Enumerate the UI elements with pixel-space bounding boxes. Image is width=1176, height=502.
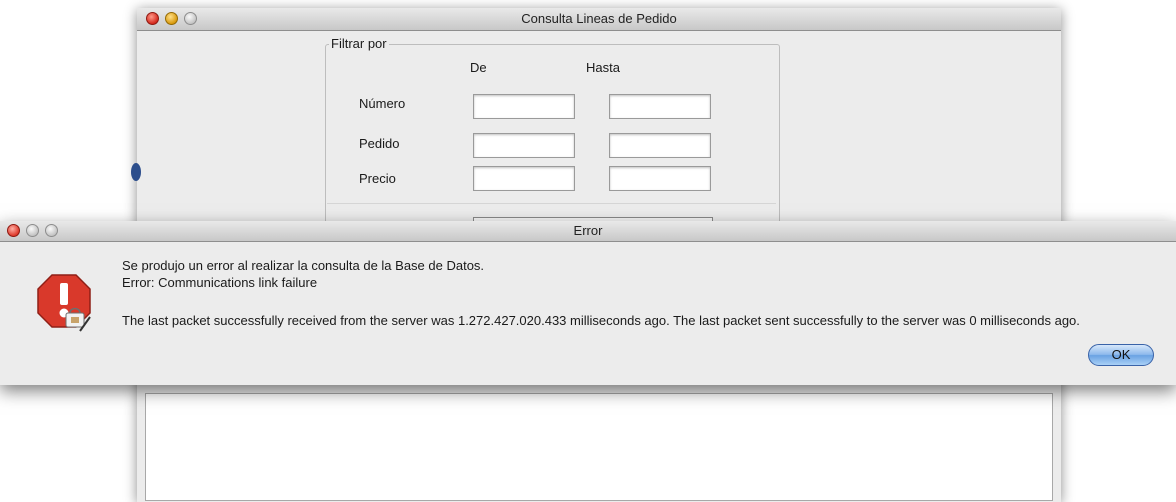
main-window-title: Consulta Lineas de Pedido bbox=[521, 11, 677, 26]
pedido-from-input[interactable] bbox=[473, 133, 575, 158]
numero-to-input[interactable] bbox=[609, 94, 711, 119]
label-numero: Número bbox=[359, 96, 406, 111]
error-dialog-title: Error bbox=[573, 223, 603, 238]
stop-warning-icon bbox=[37, 274, 91, 332]
error-message-line-3: The last packet successfully received fr… bbox=[122, 313, 1080, 328]
error-dialog: Error Se produjo un error al realizar la… bbox=[0, 221, 1176, 385]
error-message-line-1: Se produjo un error al realizar la consu… bbox=[122, 258, 485, 273]
precio-from-input[interactable] bbox=[473, 166, 575, 191]
results-table[interactable] bbox=[145, 393, 1053, 501]
precio-to-input[interactable] bbox=[609, 166, 711, 191]
label-precio: Precio bbox=[359, 171, 396, 186]
filter-group-legend: Filtrar por bbox=[329, 36, 389, 51]
error-message-line-2: Error: Communications link failure bbox=[122, 275, 318, 290]
filter-separator bbox=[327, 203, 776, 204]
label-pedido: Pedido bbox=[359, 136, 400, 151]
column-header-from: De bbox=[470, 60, 487, 75]
column-header-to: Hasta bbox=[586, 60, 620, 75]
ok-button[interactable]: OK bbox=[1088, 344, 1154, 366]
numero-from-input[interactable] bbox=[473, 94, 575, 119]
error-dialog-titlebar[interactable]: Error bbox=[0, 221, 1176, 242]
partial-control-edge bbox=[131, 163, 141, 181]
main-window-titlebar[interactable]: Consulta Lineas de Pedido bbox=[137, 8, 1061, 31]
pedido-to-input[interactable] bbox=[609, 133, 711, 158]
